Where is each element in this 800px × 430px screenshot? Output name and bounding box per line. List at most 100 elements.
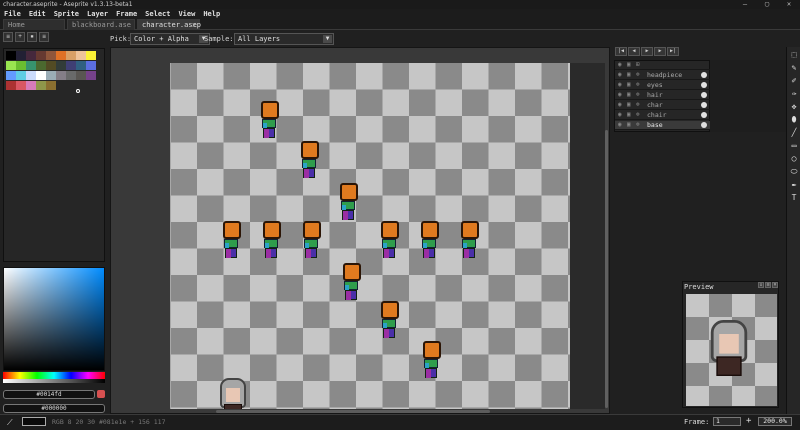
palette-swatch[interactable] [36, 51, 46, 60]
minimize-button[interactable]: – [734, 0, 756, 9]
eraser-tool-icon[interactable]: ✐ [789, 75, 799, 86]
menu-sprite[interactable]: Sprite [50, 9, 83, 19]
palette-swatch[interactable] [6, 71, 16, 80]
play-icon[interactable]: ▶ [641, 47, 653, 56]
lock-icon[interactable]: ▣ [627, 81, 633, 89]
eyedropper-tool-icon[interactable]: ✑ [789, 88, 799, 99]
menu-edit[interactable]: Edit [25, 9, 50, 19]
palette-swatch[interactable] [76, 71, 86, 80]
preview-close-icon[interactable]: × [772, 282, 778, 288]
continuous-icon[interactable]: ⊚ [636, 111, 642, 119]
menu-view[interactable]: View [174, 9, 199, 19]
maximize-button[interactable]: ▢ [756, 0, 778, 9]
link-icon[interactable]: ⊞ [636, 61, 642, 69]
layer-row-base[interactable]: ◉ ▣ ⊚ base [615, 121, 711, 130]
tab-blackboard[interactable]: blackboard.ase [67, 19, 135, 30]
continuous-icon[interactable]: ⊚ [636, 101, 642, 109]
cel-icon[interactable] [701, 122, 707, 128]
menu-select[interactable]: Select [141, 9, 174, 19]
palette-swatch[interactable] [86, 71, 96, 80]
palette-swatch[interactable] [16, 61, 26, 70]
layer-row-eyes[interactable]: ◉ ▣ ⊚ eyes [615, 81, 711, 90]
eye-icon[interactable]: ◉ [618, 121, 624, 129]
cel-icon[interactable] [701, 72, 707, 78]
eye-icon[interactable]: ◉ [618, 111, 624, 119]
lock-icon[interactable]: ▣ [627, 121, 633, 129]
palette-swatch[interactable] [76, 51, 86, 60]
palette-swatch[interactable] [46, 71, 56, 80]
contour-tool-icon[interactable]: ✒ [789, 179, 799, 190]
palette-swatch[interactable] [36, 61, 46, 70]
layer-row-char[interactable]: ◉ ▣ ⊚ char [615, 101, 711, 110]
foreground-color-field[interactable]: #0014fd [3, 390, 95, 399]
hue-slider[interactable] [3, 372, 105, 379]
next-frame-icon[interactable]: ▶ [654, 47, 666, 56]
ellipse-tool-icon[interactable]: ◯ [789, 153, 799, 164]
layer-row-hair[interactable]: ◉ ▣ ⊚ hair [615, 91, 711, 100]
first-frame-icon[interactable]: |◀ [615, 47, 627, 56]
text-tool-icon[interactable]: T [789, 192, 799, 203]
palette-swatch[interactable] [46, 51, 56, 60]
menu-file[interactable]: File [0, 9, 25, 19]
palette-options-icon[interactable]: ≡ [3, 32, 13, 42]
lock-icon[interactable]: ▣ [627, 91, 633, 99]
palette-menu-icon[interactable]: ≡ [39, 32, 49, 42]
move-tool-icon[interactable]: ✥ [789, 101, 799, 112]
palette-swatch[interactable] [16, 81, 26, 90]
preview-canvas[interactable] [686, 294, 777, 406]
palette-swatch[interactable] [26, 71, 36, 80]
lock-icon[interactable]: ▣ [627, 111, 633, 119]
color-spectrum[interactable] [3, 267, 105, 371]
tab-character[interactable]: character.asep ✕ [137, 19, 201, 30]
palette-swatch[interactable] [86, 51, 96, 60]
palette-swatch[interactable] [6, 81, 16, 90]
lock-icon[interactable]: ▣ [627, 101, 633, 109]
cel-icon[interactable] [701, 82, 707, 88]
palette-add-icon[interactable]: + [15, 32, 25, 42]
palette-swatch[interactable] [36, 81, 46, 90]
continuous-icon[interactable]: ⊚ [636, 121, 642, 129]
sample-select[interactable]: All Layers ▼ [234, 33, 334, 45]
fill-tool-icon[interactable]: ⬮ [789, 114, 799, 125]
zoom-input[interactable]: 200.0% [758, 417, 792, 426]
palette-swatch[interactable] [66, 71, 76, 80]
palette-swatch[interactable] [56, 61, 66, 70]
rectangle-tool-icon[interactable]: ▭ [789, 140, 799, 151]
continuous-icon[interactable]: ⊚ [636, 91, 642, 99]
preview-menu-icon[interactable]: ≡ [765, 282, 771, 288]
palette-swatch[interactable] [66, 61, 76, 70]
tab-home[interactable]: Home [3, 19, 65, 30]
layer-row-chair[interactable]: ◉ ▣ ⊚ chair [615, 111, 711, 120]
palette-swatch[interactable] [86, 61, 96, 70]
continuous-icon[interactable]: ⊚ [636, 81, 642, 89]
lock-icon[interactable]: ▣ [627, 61, 633, 69]
menu-help[interactable]: Help [199, 9, 224, 19]
eye-icon[interactable]: ◉ [618, 81, 624, 89]
eye-icon[interactable]: ◉ [618, 91, 624, 99]
marquee-tool-icon[interactable]: ⬚ [789, 49, 799, 60]
palette-swatch[interactable] [56, 51, 66, 60]
palette-swatch[interactable] [6, 51, 16, 60]
palette-swatch[interactable] [76, 61, 86, 70]
palette-swatch[interactable] [16, 51, 26, 60]
line-tool-icon[interactable]: ╱ [789, 127, 799, 138]
palette-swatch[interactable] [6, 61, 16, 70]
lock-icon[interactable]: ▣ [627, 71, 633, 79]
prev-frame-icon[interactable]: ◀ [628, 47, 640, 56]
sprite-canvas[interactable] [170, 63, 570, 409]
palette-swatch[interactable] [16, 71, 26, 80]
background-color-field[interactable]: #000000 [3, 404, 105, 413]
palette-swatch[interactable] [46, 81, 56, 90]
frame-input[interactable]: 1 [713, 417, 741, 426]
color-selector-handle[interactable] [76, 89, 80, 93]
continuous-icon[interactable]: ⊚ [636, 71, 642, 79]
pick-select[interactable]: Color + Alpha ▼ [130, 33, 210, 45]
close-button[interactable]: ✕ [778, 0, 800, 9]
close-tab-icon[interactable]: ✕ [192, 20, 196, 30]
alpha-slider[interactable] [3, 379, 105, 383]
zoom-plus-icon[interactable]: + [746, 416, 751, 426]
eye-icon[interactable]: ◉ [618, 61, 624, 69]
palette-swatch[interactable] [26, 61, 36, 70]
cel-icon[interactable] [701, 102, 707, 108]
cel-icon[interactable] [701, 92, 707, 98]
